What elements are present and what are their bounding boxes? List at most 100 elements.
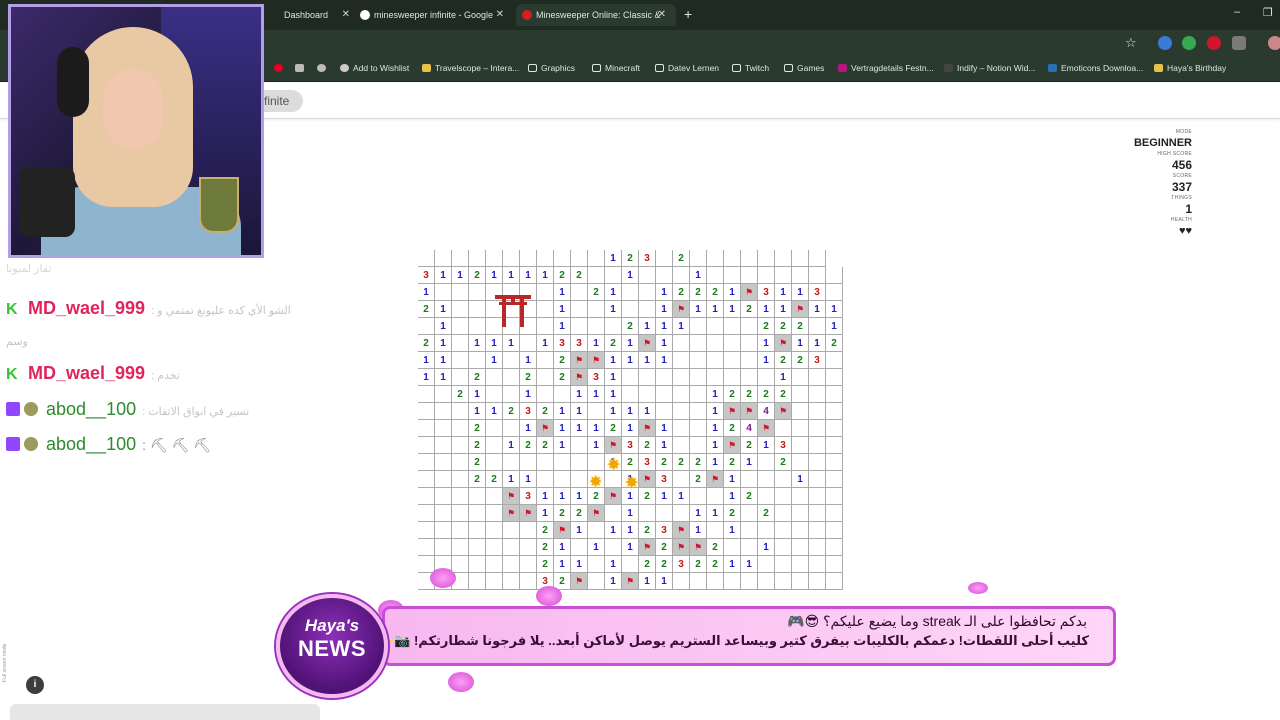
board-cell[interactable] [622, 284, 639, 301]
flag-icon[interactable]: ⚑ [639, 420, 656, 437]
board-cell[interactable]: 1 [758, 335, 775, 352]
board-cell[interactable] [673, 505, 690, 522]
board-cell[interactable] [809, 267, 826, 284]
board-cell[interactable] [469, 573, 486, 590]
board-cell[interactable] [469, 488, 486, 505]
board-cell[interactable]: 3 [639, 250, 656, 267]
board-cell[interactable]: 1 [605, 522, 622, 539]
board-cell[interactable] [775, 556, 792, 573]
board-cell[interactable] [741, 267, 758, 284]
board-cell[interactable] [741, 318, 758, 335]
board-cell[interactable] [435, 437, 452, 454]
board-cell[interactable] [435, 505, 452, 522]
flag-icon[interactable]: ⚑ [503, 505, 520, 522]
board-cell[interactable]: 1 [758, 437, 775, 454]
board-cell[interactable]: 2 [758, 505, 775, 522]
board-cell[interactable] [758, 488, 775, 505]
board-cell[interactable]: 1 [588, 386, 605, 403]
board-cell[interactable]: 1 [435, 267, 452, 284]
board-cell[interactable]: 1 [605, 454, 622, 471]
board-cell[interactable] [792, 403, 809, 420]
tab-dashboard[interactable]: Dashboard ✕ [264, 4, 354, 26]
board-cell[interactable] [520, 539, 537, 556]
board-cell[interactable]: 1 [554, 488, 571, 505]
board-cell[interactable] [588, 556, 605, 573]
board-cell[interactable] [418, 539, 435, 556]
flag-icon[interactable]: ⚑ [775, 335, 792, 352]
board-cell[interactable] [656, 250, 673, 267]
board-cell[interactable] [503, 573, 520, 590]
board-cell[interactable]: 1 [469, 403, 486, 420]
board-cell[interactable] [673, 420, 690, 437]
board-cell[interactable]: 1 [656, 335, 673, 352]
board-cell[interactable] [826, 539, 843, 556]
board-cell[interactable] [418, 454, 435, 471]
board-cell[interactable]: 1 [707, 454, 724, 471]
bookmark-folder-minecraft[interactable]: Minecraft [592, 63, 640, 73]
maximize-button[interactable]: ❐ [1263, 6, 1273, 19]
board-cell[interactable] [758, 454, 775, 471]
board-cell[interactable] [537, 284, 554, 301]
board-cell[interactable] [707, 250, 724, 267]
board-cell[interactable] [418, 488, 435, 505]
flag-icon[interactable]: ⚑ [639, 335, 656, 352]
board-cell[interactable] [758, 471, 775, 488]
board-cell[interactable]: 2 [673, 250, 690, 267]
board-cell[interactable] [775, 488, 792, 505]
board-cell[interactable] [707, 352, 724, 369]
board-cell[interactable] [775, 539, 792, 556]
board-cell[interactable] [741, 352, 758, 369]
board-cell[interactable] [639, 386, 656, 403]
board-cell[interactable] [418, 403, 435, 420]
bookmark-folder-games[interactable]: Games [784, 63, 824, 73]
board-cell[interactable] [792, 437, 809, 454]
board-cell[interactable]: 3 [656, 522, 673, 539]
board-cell[interactable]: 1 [537, 335, 554, 352]
board-cell[interactable] [418, 318, 435, 335]
board-cell[interactable] [452, 369, 469, 386]
tab-minesweeper-online[interactable]: Minesweeper Online: Classic & ✕ [516, 4, 676, 26]
board-cell[interactable] [435, 471, 452, 488]
board-cell[interactable] [537, 386, 554, 403]
board-cell[interactable]: 1 [656, 301, 673, 318]
board-cell[interactable]: 2 [775, 386, 792, 403]
board-cell[interactable] [503, 420, 520, 437]
board-cell[interactable]: 2 [741, 301, 758, 318]
board-cell[interactable]: 2 [469, 454, 486, 471]
board-cell[interactable] [520, 522, 537, 539]
board-cell[interactable] [520, 573, 537, 590]
board-cell[interactable] [809, 471, 826, 488]
board-cell[interactable]: 1 [622, 335, 639, 352]
board-cell[interactable] [554, 386, 571, 403]
board-cell[interactable] [707, 318, 724, 335]
board-cell[interactable]: 1 [486, 403, 503, 420]
board-cell[interactable] [826, 284, 843, 301]
board-cell[interactable]: 1 [605, 301, 622, 318]
board-cell[interactable] [520, 250, 537, 267]
board-cell[interactable]: 2 [588, 284, 605, 301]
board-cell[interactable] [775, 573, 792, 590]
board-cell[interactable]: 2 [656, 454, 673, 471]
board-cell[interactable] [503, 284, 520, 301]
board-cell[interactable] [792, 267, 809, 284]
board-cell[interactable] [622, 301, 639, 318]
board-cell[interactable]: 1 [690, 301, 707, 318]
board-cell[interactable] [520, 284, 537, 301]
board-cell[interactable]: 1 [486, 352, 503, 369]
board-cell[interactable]: 4 [758, 403, 775, 420]
board-cell[interactable] [554, 454, 571, 471]
board-cell[interactable]: 1 [418, 284, 435, 301]
board-cell[interactable] [690, 488, 707, 505]
board-cell[interactable]: 2 [707, 539, 724, 556]
board-cell[interactable] [792, 420, 809, 437]
board-cell[interactable] [690, 318, 707, 335]
board-cell[interactable]: 1 [418, 369, 435, 386]
board-cell[interactable] [758, 573, 775, 590]
board-cell[interactable] [554, 471, 571, 488]
board-cell[interactable] [775, 505, 792, 522]
board-cell[interactable] [741, 539, 758, 556]
board-cell[interactable] [537, 471, 554, 488]
board-cell[interactable] [571, 318, 588, 335]
board-cell[interactable] [520, 454, 537, 471]
board-cell[interactable] [758, 556, 775, 573]
